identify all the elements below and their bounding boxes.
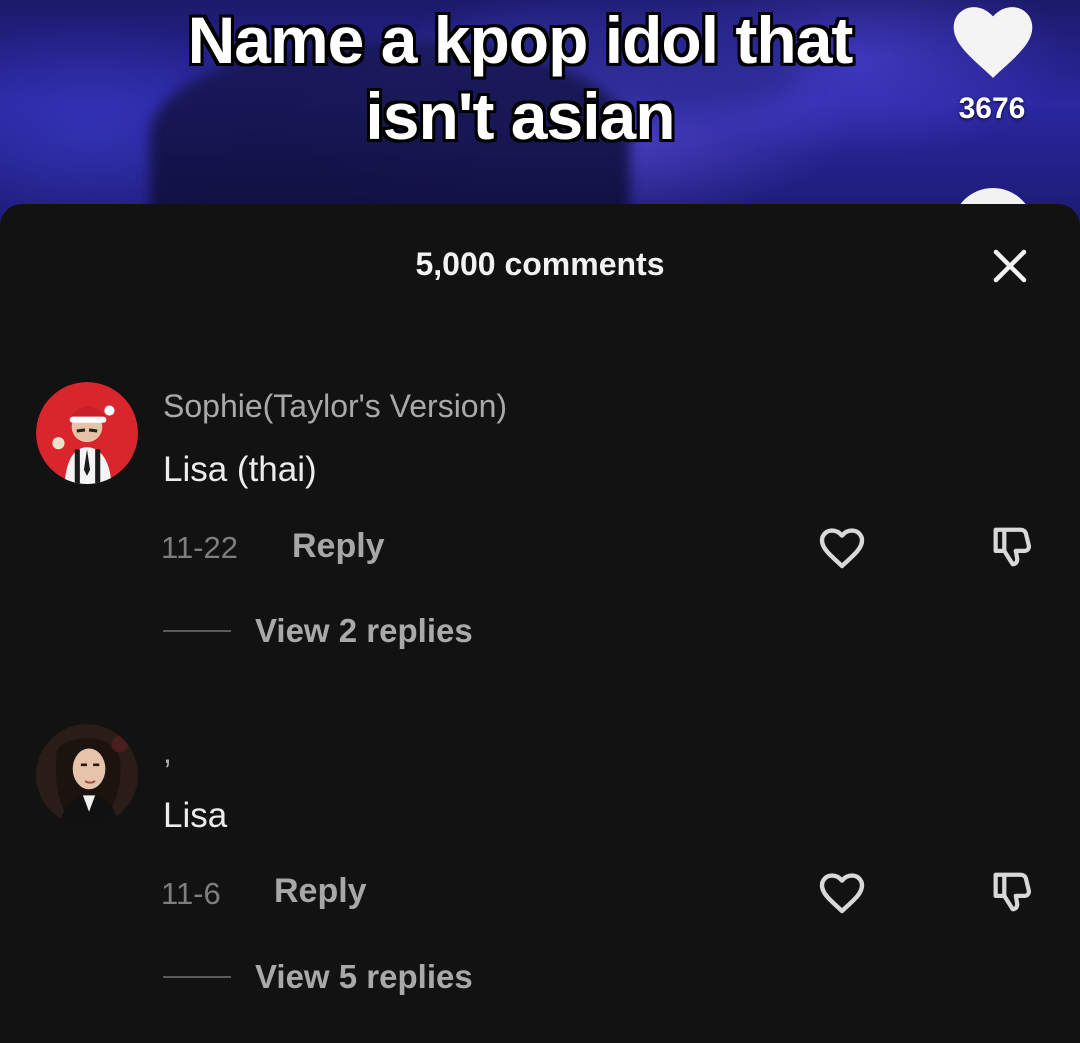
comments-sheet: 5,000 comments Sophie(Taylor's Version) … (0, 204, 1080, 1043)
caption-line-2: isn't asian (365, 79, 675, 153)
view-replies-label: View 2 replies (255, 612, 473, 649)
view-replies-divider (163, 630, 231, 632)
view-replies-button[interactable]: View 5 replies (163, 958, 473, 996)
comment-username[interactable]: Sophie(Taylor's Version) (163, 388, 507, 425)
video-caption: Name a kpop idol that isn't asian (70, 2, 970, 154)
reply-button[interactable]: Reply (274, 872, 367, 911)
heart-outline-icon[interactable] (818, 871, 866, 915)
comment-username[interactable]: , (163, 734, 172, 771)
thumbs-down-icon[interactable] (988, 869, 1034, 915)
comment-date: 11-6 (161, 876, 221, 911)
comment-text: Lisa (thai) (163, 450, 317, 489)
heart-icon[interactable] (952, 4, 1034, 80)
heart-outline-icon[interactable] (818, 526, 866, 570)
comment-text: Lisa (163, 796, 228, 835)
close-icon[interactable] (990, 246, 1030, 286)
view-replies-button[interactable]: View 2 replies (163, 612, 473, 650)
view-replies-divider (163, 976, 231, 978)
video-like-count: 3676 (958, 92, 1026, 125)
reply-button[interactable]: Reply (292, 527, 385, 566)
avatar[interactable] (36, 724, 138, 826)
caption-line-1: Name a kpop idol that (187, 3, 854, 77)
tiktok-screen: Name a kpop idol that isn't asian 3676 5… (0, 0, 1080, 1043)
avatar[interactable] (36, 382, 138, 484)
thumbs-down-icon[interactable] (988, 524, 1034, 570)
comment-date: 11-22 (161, 530, 238, 565)
comments-count-title: 5,000 comments (415, 246, 665, 282)
view-replies-label: View 5 replies (255, 958, 473, 995)
